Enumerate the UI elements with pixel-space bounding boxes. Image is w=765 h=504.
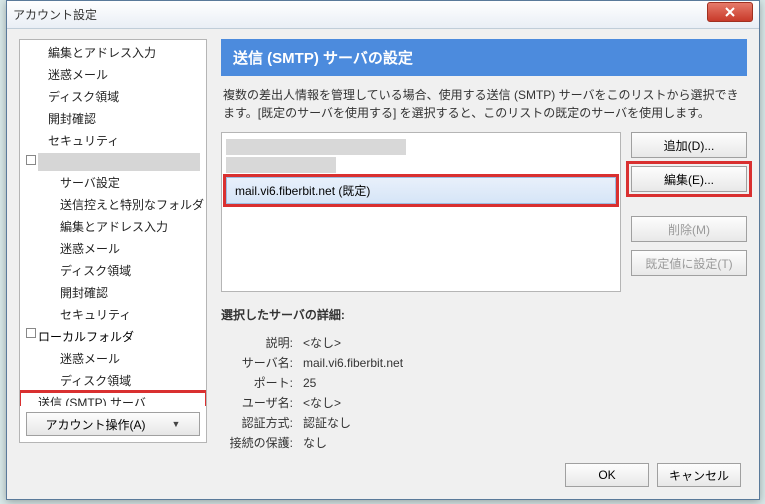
twisty-icon[interactable] xyxy=(26,328,36,338)
panel-description: 複数の差出人情報を管理している場合、使用する送信 (SMTP) サーバをこのリス… xyxy=(221,86,747,122)
ok-button[interactable]: OK xyxy=(565,463,649,487)
cancel-button[interactable]: キャンセル xyxy=(657,463,741,487)
panel-header: 送信 (SMTP) サーバの設定 xyxy=(221,39,747,76)
details-title: 選択したサーバの詳細: xyxy=(221,306,747,323)
server-buttons: 追加(D)... 編集(E)... 削除(M) 既定値に設定(T) xyxy=(631,132,747,292)
dialog-footer: OK キャンセル xyxy=(565,463,741,487)
window-title: アカウント設定 xyxy=(13,6,707,23)
account-operations-label: アカウント操作(A) xyxy=(46,416,146,433)
tree-item[interactable]: ディスク領域 xyxy=(20,260,206,282)
remove-button[interactable]: 削除(M) xyxy=(631,216,747,242)
main-panel: 送信 (SMTP) サーバの設定 複数の差出人情報を管理している場合、使用する送… xyxy=(221,39,747,443)
account-settings-window: アカウント設定 編集とアドレス入力 迷惑メール ディスク領域 開封確認 セキュリ… xyxy=(6,0,760,500)
tree-item[interactable]: セキュリティ xyxy=(20,304,206,326)
smtp-server-list[interactable]: mail.vi6.fiberbit.net (既定) xyxy=(221,132,621,292)
detail-value: 認証なし xyxy=(303,413,351,433)
tree-item[interactable]: セキュリティ xyxy=(20,130,206,152)
server-list-item-redacted[interactable] xyxy=(226,139,406,155)
tree-item[interactable]: サーバ設定 xyxy=(20,172,206,194)
detail-value: <なし> xyxy=(303,333,341,353)
detail-value: mail.vi6.fiberbit.net xyxy=(303,353,403,373)
detail-key: ユーザ名: xyxy=(221,393,293,413)
server-list-item-redacted[interactable] xyxy=(226,157,336,173)
tree-item[interactable]: 迷惑メール xyxy=(20,238,206,260)
set-default-button[interactable]: 既定値に設定(T) xyxy=(631,250,747,276)
add-button[interactable]: 追加(D)... xyxy=(631,132,747,158)
smtp-server-item[interactable]: 送信 (SMTP) サーバ xyxy=(20,392,206,406)
tree-item[interactable]: 開封確認 xyxy=(20,282,206,304)
tree-item[interactable]: 迷惑メール xyxy=(20,64,206,86)
detail-key: 認証方式: xyxy=(221,413,293,433)
detail-value: <なし> xyxy=(303,393,341,413)
account-operations-button[interactable]: アカウント操作(A) ▼ xyxy=(26,412,200,436)
detail-key: サーバ名: xyxy=(221,353,293,373)
titlebar: アカウント設定 xyxy=(7,1,759,29)
tree-item[interactable]: 迷惑メール xyxy=(20,348,206,370)
smtp-server-row-selected[interactable]: mail.vi6.fiberbit.net (既定) xyxy=(226,177,616,204)
tree-item[interactable]: 編集とアドレス入力 xyxy=(20,216,206,238)
detail-value: なし xyxy=(303,433,327,453)
tree-item[interactable]: ディスク領域 xyxy=(20,370,206,392)
details-box: 説明: <なし> サーバ名: mail.vi6.fiberbit.net ポート: 2… xyxy=(221,333,747,453)
local-folders-group: ローカルフォルダ xyxy=(20,326,206,348)
close-button[interactable] xyxy=(707,2,753,22)
local-folders-label[interactable]: ローカルフォルダ xyxy=(20,326,206,348)
account-group xyxy=(20,153,206,171)
detail-key: ポート: xyxy=(221,373,293,393)
edit-button[interactable]: 編集(E)... xyxy=(631,166,747,192)
account-tree: 編集とアドレス入力 迷惑メール ディスク領域 開封確認 セキュリティ サーバ設定… xyxy=(20,40,206,406)
detail-key: 説明: xyxy=(221,333,293,353)
chevron-down-icon: ▼ xyxy=(172,419,181,429)
tree-item[interactable]: 開封確認 xyxy=(20,108,206,130)
tree-item[interactable]: 送信控えと特別なフォルダ xyxy=(20,194,206,216)
detail-key: 接続の保護: xyxy=(221,433,293,453)
tree-item[interactable]: ディスク領域 xyxy=(20,86,206,108)
twisty-icon[interactable] xyxy=(26,155,36,165)
sidebar: 編集とアドレス入力 迷惑メール ディスク領域 開封確認 セキュリティ サーバ設定… xyxy=(19,39,207,443)
detail-value: 25 xyxy=(303,373,316,393)
tree-item[interactable]: 編集とアドレス入力 xyxy=(20,42,206,64)
account-name-redacted[interactable] xyxy=(38,153,200,171)
close-icon xyxy=(725,7,735,17)
